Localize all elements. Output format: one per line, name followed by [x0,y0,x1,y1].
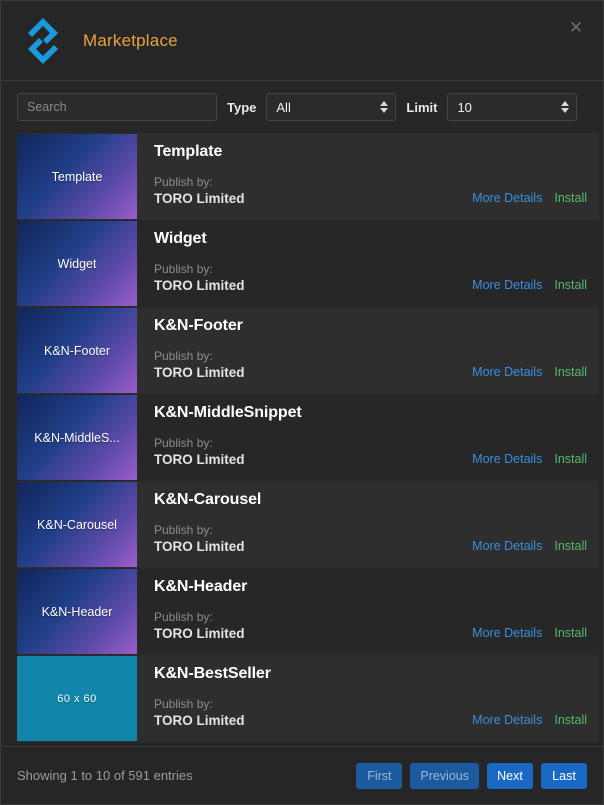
item-body: K&N-Carousel Publish by: TORO Limited More … [137,481,599,568]
item-title: K&N-Carousel [154,491,262,508]
item-body: K&N-Header Publish by: TORO Limited More De… [137,568,599,655]
item-thumbnail-label: Template [51,169,103,184]
item-body: K&N-Footer Publish by: TORO Limited More De… [137,307,599,394]
type-filter-label: Type [227,99,257,115]
modal-header: Marketplace ✕ [1,1,603,81]
list-item[interactable]: K&N-MiddleS... K&N-MiddleSnippet Publish b… [17,394,599,481]
item-title: Widget [154,230,207,247]
marketplace-list[interactable]: Template Template Publish by: TORO Limited M… [1,133,603,746]
item-thumbnail-label: K&N-MiddleS... [34,430,120,445]
logo-svg [28,17,58,64]
type-select-wrap: All [266,93,397,121]
more-details-link[interactable]: More Details [472,452,542,466]
item-thumbnail: Widget [17,221,137,306]
publish-by-label: Publish by: [154,697,213,711]
entries-info: Showing 1 to 10 of 591 entries [17,768,193,783]
search-input[interactable] [17,93,217,121]
item-title: K&N-BestSeller [154,665,271,682]
item-title: K&N-MiddleSnippet [154,404,302,421]
marketplace-modal: Marketplace ✕ Type All Limit 10 Template… [0,0,604,805]
pagination-next-button[interactable]: Next [487,762,533,789]
publish-by-label: Publish by: [154,349,213,363]
item-thumbnail: K&N-Header [17,569,137,654]
limit-select-wrap: 10 [447,93,578,121]
install-link[interactable]: Install [554,626,587,640]
more-details-link[interactable]: More Details [472,365,542,379]
marketplace-diamond-logo-icon [17,15,69,67]
item-body: Widget Publish by: TORO Limited More Detail… [137,220,599,307]
item-title: Template [154,143,223,160]
install-link[interactable]: Install [554,452,587,466]
install-link[interactable]: Install [554,191,587,205]
install-link[interactable]: Install [554,278,587,292]
list-item[interactable]: Template Template Publish by: TORO Limited M… [17,133,599,220]
item-thumbnail: K&N-Footer [17,308,137,393]
more-details-link[interactable]: More Details [472,626,542,640]
item-thumbnail: 60 x 60 [17,656,137,741]
item-thumbnail: K&N-Carousel [17,482,137,567]
page-title: Marketplace [83,30,178,50]
brand: Marketplace [17,15,178,67]
close-icon[interactable]: ✕ [565,17,587,39]
item-actions: More Details Install [472,626,587,640]
item-thumbnail: K&N-MiddleS... [17,395,137,480]
list-item[interactable]: K&N-Carousel K&N-Carousel Publish by: TORO … [17,481,599,568]
limit-select[interactable]: 10 [447,93,578,121]
install-link[interactable]: Install [554,539,587,553]
item-thumbnail-label: K&N-Carousel [37,517,117,532]
item-thumbnail-label: 60 x 60 [57,692,97,705]
publish-by-label: Publish by: [154,436,213,450]
more-details-link[interactable]: More Details [472,191,542,205]
publish-by-label: Publish by: [154,523,213,537]
item-thumbnail-label: Widget [57,256,97,271]
more-details-link[interactable]: More Details [472,278,542,292]
list-item[interactable]: K&N-Header K&N-Header Publish by: TORO Limi… [17,568,599,655]
pagination-previous-button[interactable]: Previous [410,762,479,789]
pagination: First Previous Next Last [356,762,587,789]
pagination-last-button[interactable]: Last [541,762,587,789]
list-item[interactable]: K&N-Footer K&N-Footer Publish by: TORO Limi… [17,307,599,394]
item-actions: More Details Install [472,452,587,466]
item-title: K&N-Footer [154,317,243,334]
publish-by-label: Publish by: [154,610,213,624]
item-actions: More Details Install [472,278,587,292]
item-thumbnail-label: K&N-Header [41,604,113,619]
list-item[interactable]: Widget Widget Publish by: TORO Limited More … [17,220,599,307]
item-body: K&N-MiddleSnippet Publish by: TORO Limited… [137,394,599,481]
item-body: Template Publish by: TORO Limited More Deta… [137,133,599,220]
item-actions: More Details Install [472,539,587,553]
install-link[interactable]: Install [554,365,587,379]
more-details-link[interactable]: More Details [472,539,542,553]
filter-bar: Type All Limit 10 [1,81,603,133]
item-actions: More Details Install [472,191,587,205]
limit-filter-label: Limit [406,99,438,115]
pagination-first-button[interactable]: First [356,762,403,789]
publish-by-label: Publish by: [154,262,213,276]
type-select[interactable]: All [266,93,397,121]
item-thumbnail: Template [17,134,137,219]
install-link[interactable]: Install [554,713,587,727]
item-actions: More Details Install [472,713,587,727]
modal-footer: Showing 1 to 10 of 591 entries First Prev… [1,746,603,804]
more-details-link[interactable]: More Details [472,713,542,727]
item-actions: More Details Install [472,365,587,379]
list-item[interactable]: 60 x 60 K&N-BestSeller Publish by: TORO Lim… [17,655,599,742]
publish-by-label: Publish by: [154,175,213,189]
item-thumbnail-label: K&N-Footer [44,343,110,358]
item-body: K&N-BestSeller Publish by: TORO Limited Mor… [137,655,599,742]
item-title: K&N-Header [154,578,248,595]
